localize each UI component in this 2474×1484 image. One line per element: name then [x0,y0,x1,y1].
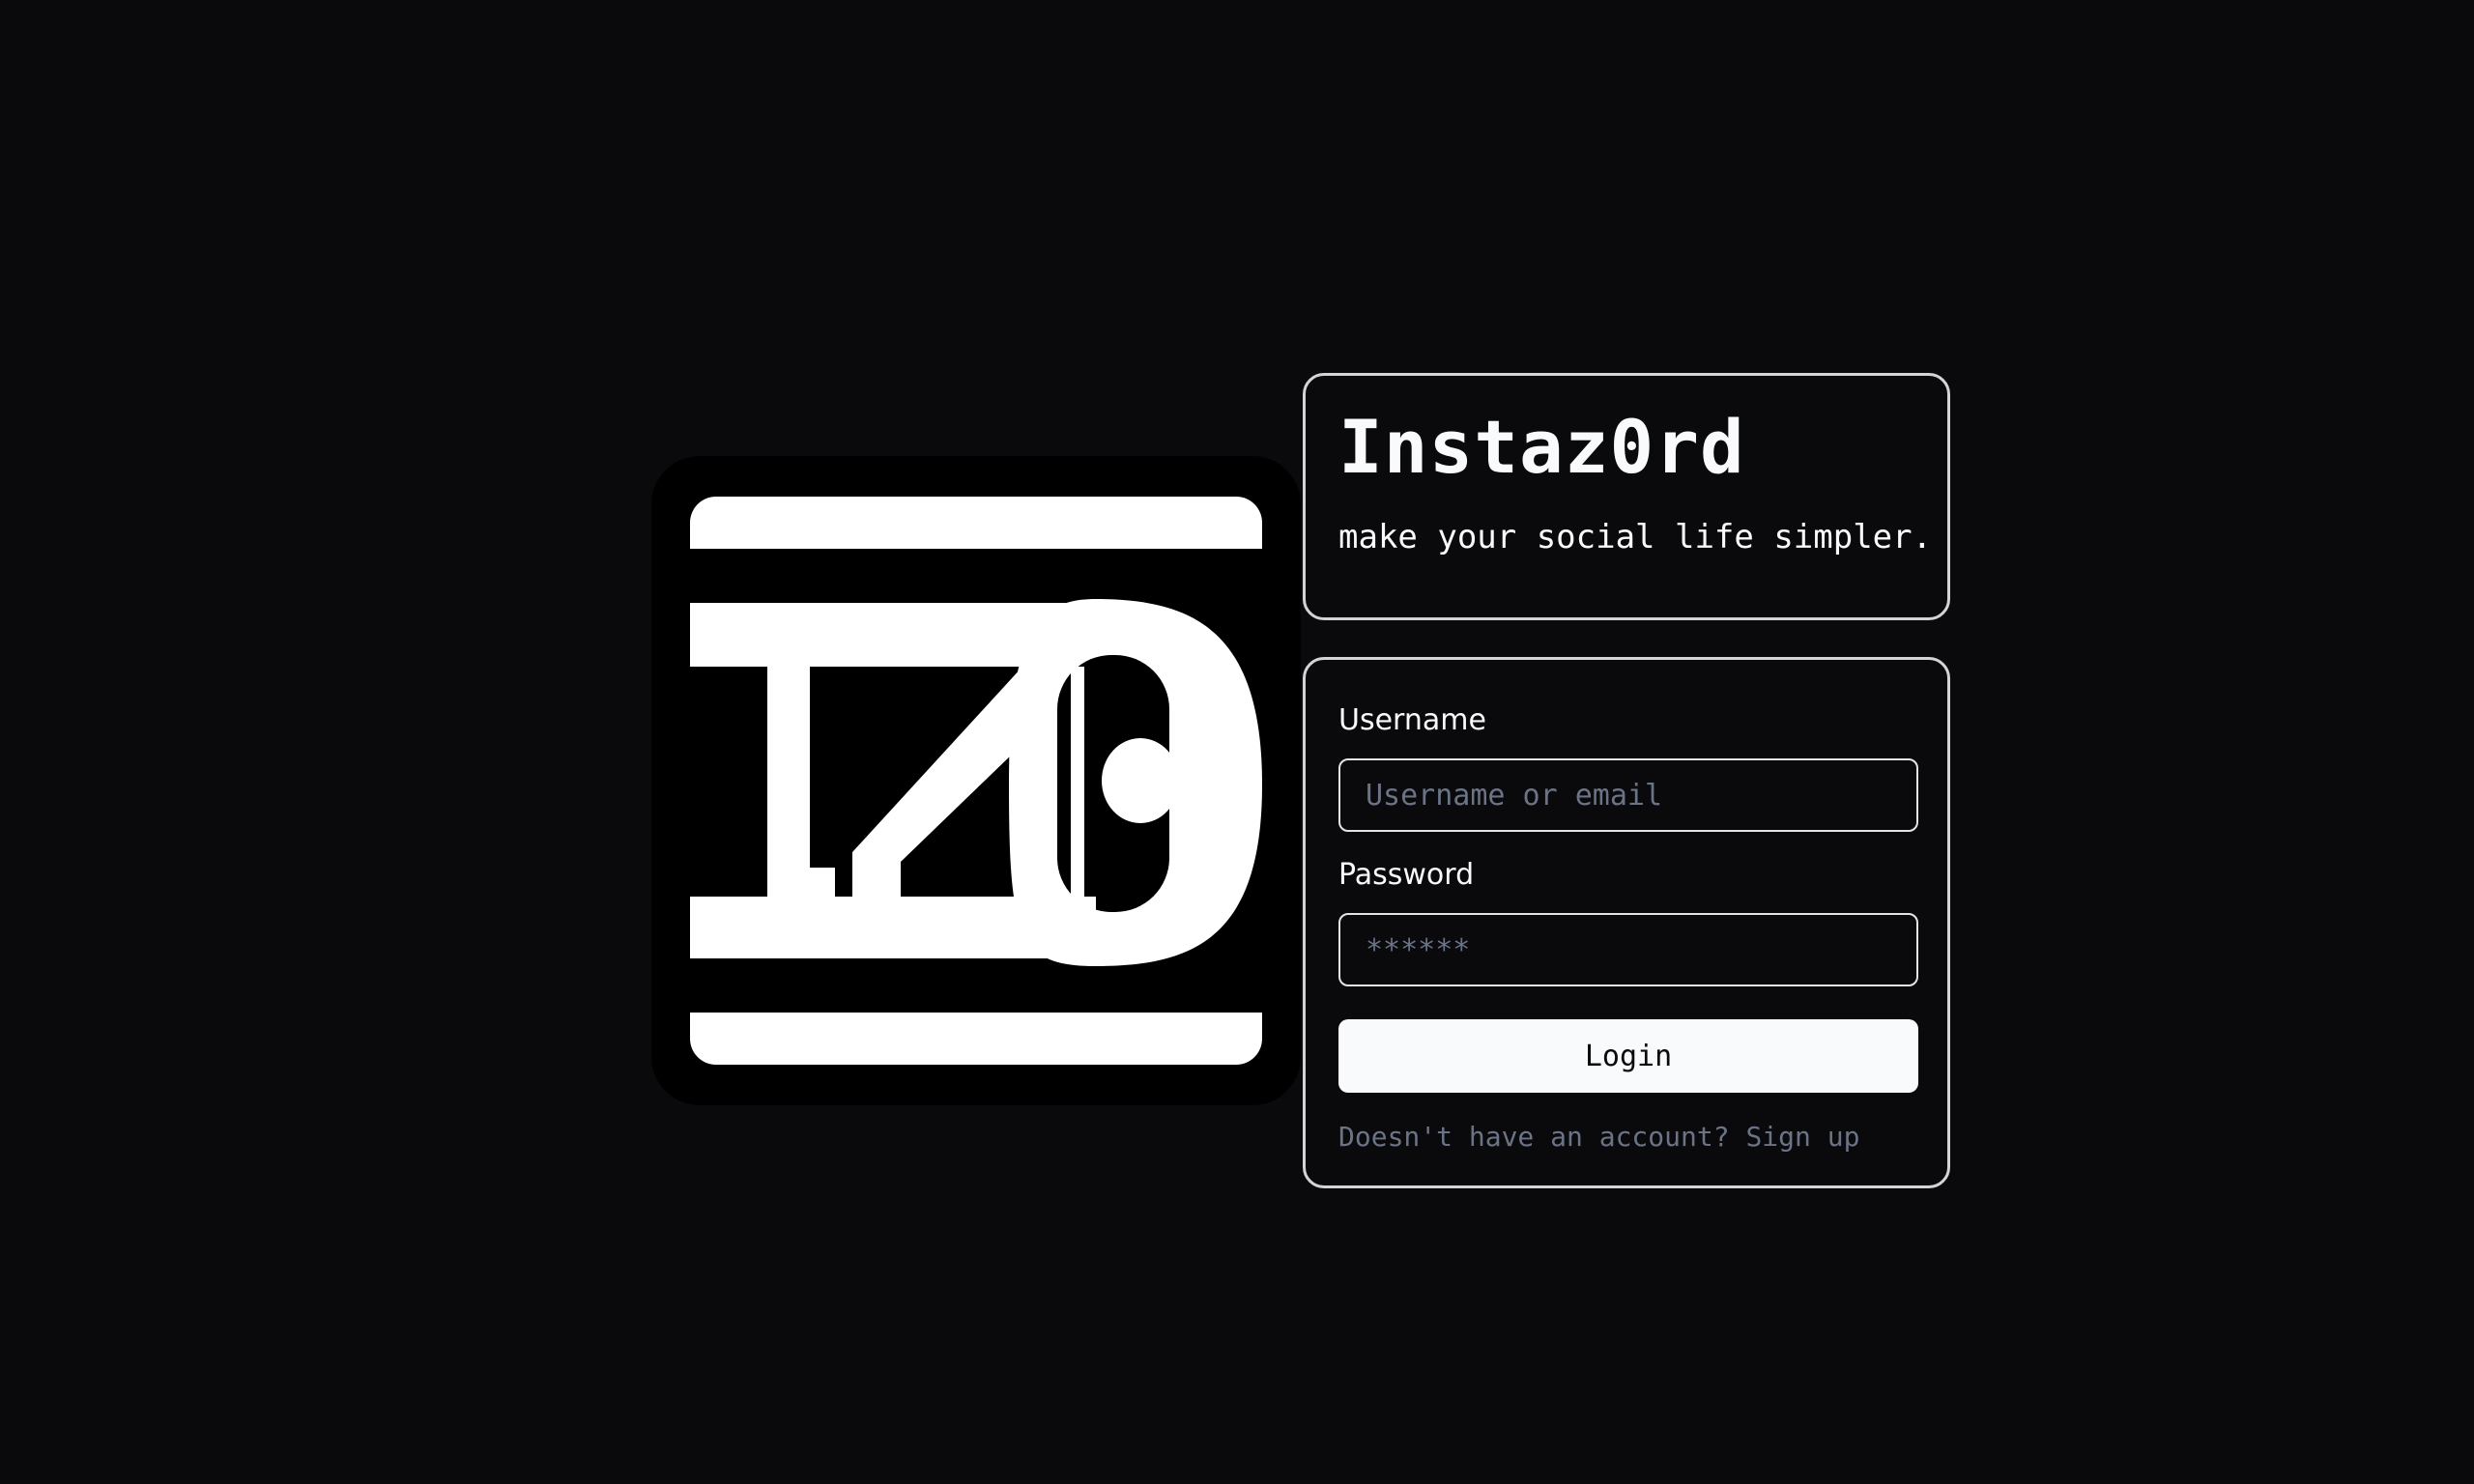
logo-icon [651,456,1301,1105]
signup-prompt: Doesn't have an account? [1338,1121,1730,1153]
password-input[interactable] [1338,913,1918,986]
tagline: make your social life simpler. [1338,518,1933,556]
password-label: Password [1338,858,1475,892]
title-card: Instaz0rd make your social life simpler. [1303,373,1950,620]
app-title: Instaz0rd [1338,404,1745,490]
login-form: Username Password Login Doesn't have an … [1303,657,1950,1188]
signup-link[interactable]: Sign up [1745,1121,1859,1153]
login-button[interactable]: Login [1338,1019,1918,1093]
instaz0rd-logo [651,456,1301,1105]
username-input[interactable] [1338,758,1918,832]
username-label: Username [1338,703,1486,737]
signup-prompt-line: Doesn't have an account? Sign up [1338,1124,1859,1151]
